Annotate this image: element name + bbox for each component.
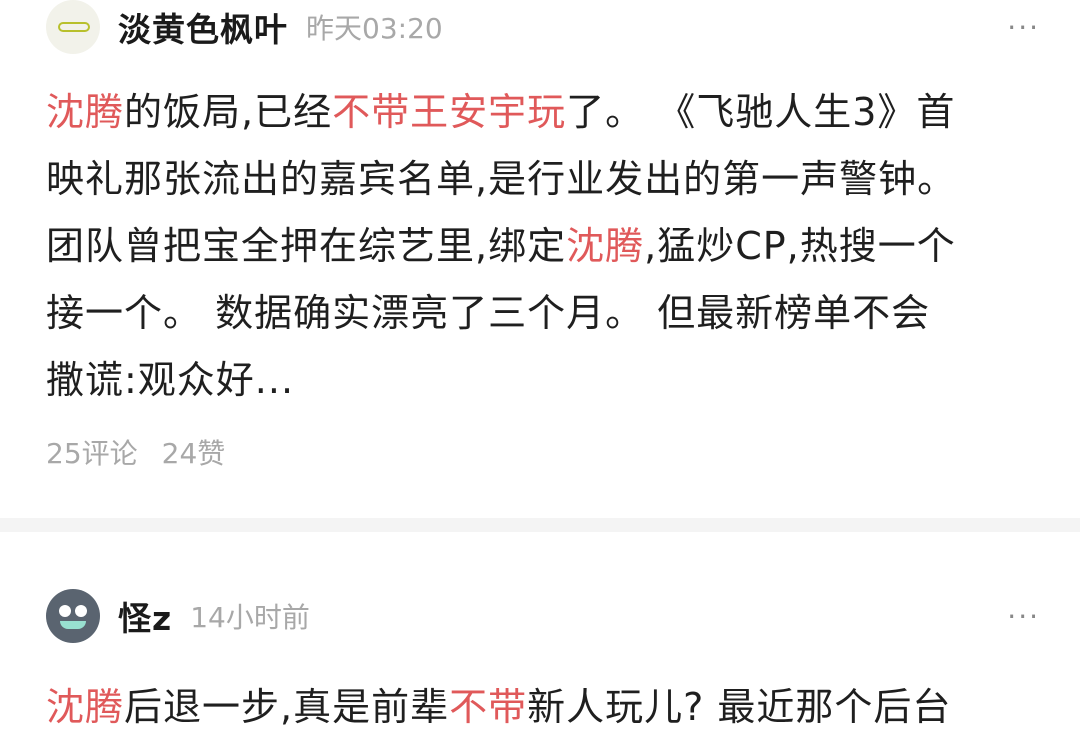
logo-icon [58,22,90,32]
divider [0,518,1080,532]
content-text: 撒谎:观众好... [46,358,295,402]
content-text: 的饭局,已经 [124,90,333,134]
post-header: 怪z 14小时前 ··· [46,586,1040,646]
avatar[interactable] [46,0,100,54]
avatar-eye [59,605,71,617]
content-line: 接一个。 数据确实漂亮了三个月。 但最新榜单不会 [46,280,1040,347]
avatar-mouth [60,621,86,629]
content-text: 映礼那张流出的嘉宾名单,是行业发出的第一声警钟。 [46,157,957,201]
post-time: 14小时前 [190,601,310,634]
content-line: 撒谎:观众好... [46,347,1040,414]
avatar-eye [75,605,87,617]
more-options-icon[interactable]: ··· [1007,11,1040,44]
avatar[interactable] [46,589,100,643]
post-content[interactable]: 沈腾后退一步,真是前辈不带新人玩儿? 最近那个后台 [46,674,1040,741]
post-card[interactable]: 淡黄色枫叶 昨天03:20 ··· 沈腾的饭局,已经不带王安宇玩了。 《飞驰人生… [0,0,1080,518]
content-line: 沈腾的饭局,已经不带王安宇玩了。 《飞驰人生3》首 [46,79,1040,146]
content-text: 接一个。 数据确实漂亮了三个月。 但最新榜单不会 [46,291,931,335]
highlight-text: 沈腾 [46,90,125,134]
comment-count[interactable]: 25评论 [46,432,138,472]
like-count[interactable]: 24赞 [162,432,226,472]
highlight-text: 不带 [449,685,528,729]
highlight-text: 不带王安宇玩 [332,90,567,134]
content-text: 后退一步,真是前辈 [124,685,450,729]
content-line: 映礼那张流出的嘉宾名单,是行业发出的第一声警钟。 [46,146,1040,213]
highlight-text: 沈腾 [46,685,125,729]
content-line: 沈腾后退一步,真是前辈不带新人玩儿? 最近那个后台 [46,674,1040,741]
content-text: 新人玩儿? 最近那个后台 [527,685,952,729]
post-header: 淡黄色枫叶 昨天03:20 ··· [46,0,1040,54]
content-text: 团队曾把宝全押在综艺里,绑定 [46,224,567,268]
username[interactable]: 怪z [118,592,172,640]
highlight-text: 沈腾 [566,224,645,268]
post-content[interactable]: 沈腾的饭局,已经不带王安宇玩了。 《飞驰人生3》首 映礼那张流出的嘉宾名单,是行业… [46,79,1040,414]
post-stats: 25评论 24赞 [46,432,225,472]
post-card[interactable]: 怪z 14小时前 ··· 沈腾后退一步,真是前辈不带新人玩儿? 最近那个后台 [0,532,1080,729]
content-text: ,猛炒CP,热搜一个 [644,224,956,268]
username[interactable]: 淡黄色枫叶 [118,3,288,51]
content-line: 团队曾把宝全押在综艺里,绑定沈腾,猛炒CP,热搜一个 [46,213,1040,280]
post-time: 昨天03:20 [306,12,443,45]
more-options-icon[interactable]: ··· [1007,600,1040,633]
content-text: 了。 《飞驰人生3》首 [566,90,956,134]
